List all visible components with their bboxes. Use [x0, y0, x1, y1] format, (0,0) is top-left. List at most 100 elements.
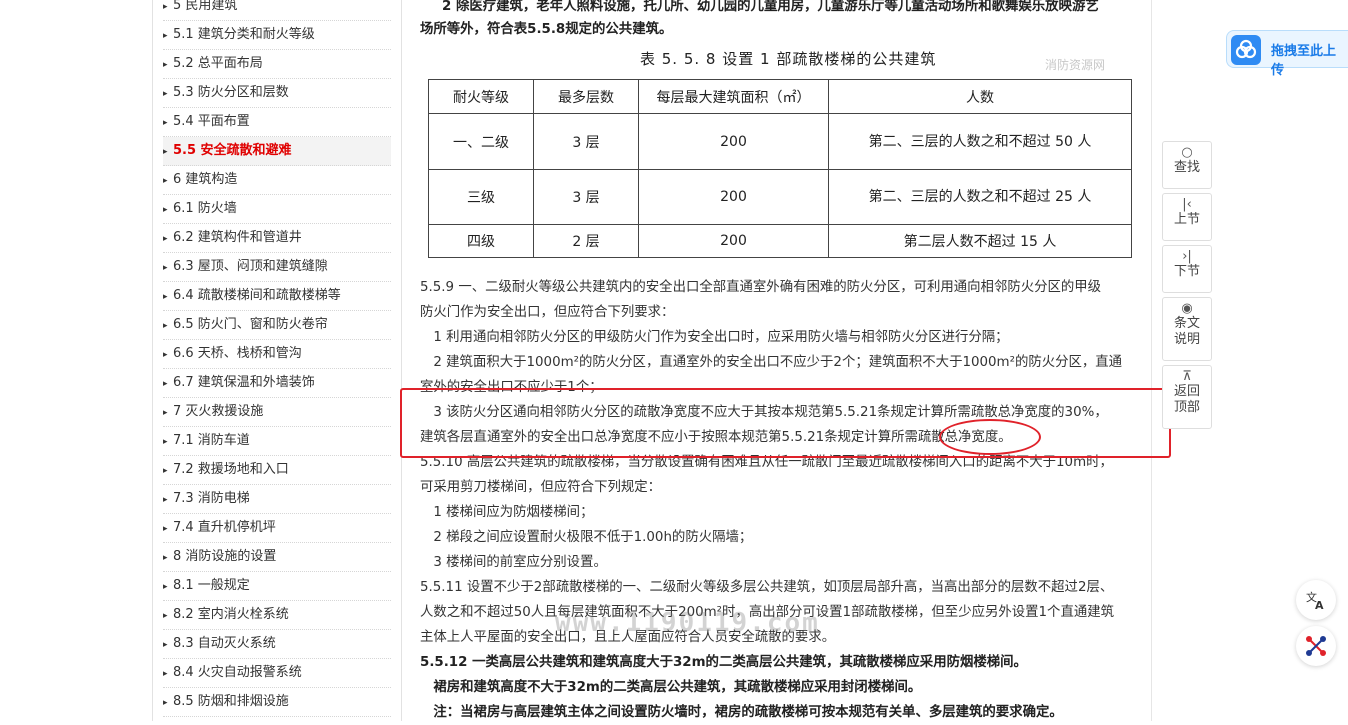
search-button[interactable]: ○ 查找	[1162, 141, 1212, 189]
upload-label: 拖拽至此上传	[1271, 44, 1337, 78]
content-divider	[1151, 0, 1152, 721]
sidebar-item[interactable]: ▸ 8.2 室内消火栓系统	[163, 601, 391, 630]
bullet-icon: ▸	[163, 263, 168, 273]
table-cell: 200	[638, 113, 829, 170]
explanation-label-2: 说明	[1173, 332, 1200, 347]
table-row: 四级 2 层 200 第二层人数不超过 15 人	[428, 224, 1132, 258]
sidebar-item[interactable]: ▸ 8.4 火灾自动报警系统	[163, 659, 391, 688]
sidebar-item[interactable]: ▸ 6 建筑构造	[163, 166, 391, 195]
prev-label: 上节	[1173, 212, 1200, 227]
watermark-text: 消防资源网	[1045, 58, 1106, 72]
sidebar-item-label: 5.1 建筑分类和耐火等级	[173, 27, 315, 42]
sidebar-item[interactable]: ▸ 6.5 防火门、窗和防火卷帘	[163, 311, 391, 340]
sidebar-item[interactable]: ▸ 5.1 建筑分类和耐火等级	[163, 21, 391, 50]
site-watermark: www.1190119.com	[555, 608, 820, 638]
upload-drop-zone[interactable]: 拖拽至此上传	[1226, 30, 1348, 78]
sidebar-item-label: 6 建筑构造	[173, 172, 238, 187]
sidebar-item-label: 6.4 疏散楼梯间和疏散楼梯等	[173, 288, 341, 303]
sidebar-item[interactable]: ▸ 8.1 一般规定	[163, 572, 391, 601]
sidebar-item[interactable]: ▸ 6.4 疏散楼梯间和疏散楼梯等	[163, 282, 391, 311]
bullet-icon: ▸	[163, 553, 168, 563]
body-text-line: 注：当裙房与高层建筑主体之间设置防火墙时，裙房的疏散楼梯可按本规范有关单、多层建…	[420, 705, 1063, 720]
table-cell: 200	[638, 224, 829, 258]
sidebar-item[interactable]: ▸ 7.1 消防车道	[163, 427, 391, 456]
sidebar-item[interactable]: ▸ 8 消防设施的设置	[163, 543, 391, 572]
sidebar-item[interactable]: ▸ 8.3 自动灭火系统	[163, 630, 391, 659]
bullet-icon: ▸	[163, 350, 168, 360]
table-cell: 3 层	[533, 113, 639, 170]
highlight-circle	[939, 419, 1041, 455]
bullet-icon: ▸	[163, 495, 168, 505]
sidebar-item-label: 6.3 屋顶、闷顶和建筑缝隙	[173, 259, 328, 274]
sidebar-item[interactable]: ▸ 5.3 防火分区和层数	[163, 79, 391, 108]
bullet-icon: ▸	[163, 321, 168, 331]
back-to-top-icon: ⊼	[1182, 369, 1192, 384]
body-text-line: 2 梯段之间应设置耐火极限不低于1.00h的防火隔墙；	[420, 530, 753, 545]
next-section-button[interactable]: ›| 下节	[1162, 245, 1212, 293]
bullet-icon: ▸	[163, 524, 168, 534]
search-icon: ○	[1181, 145, 1193, 160]
table-header: 人数	[828, 79, 1132, 114]
sidebar-item[interactable]: ▸ 5.4 平面布置	[163, 108, 391, 137]
bullet-icon: ▸	[163, 60, 168, 70]
sidebar-item[interactable]: ▸ 6.6 天桥、栈桥和管沟	[163, 340, 391, 369]
bullet-icon: ▸	[163, 31, 168, 41]
cloud-upload-icon	[1231, 35, 1261, 65]
table-header: 最多层数	[533, 79, 639, 114]
sidebar-item[interactable]: ▸ 7 灭火救援设施	[163, 398, 391, 427]
table-cell: 200	[638, 169, 829, 225]
sidebar-item-label: 7.4 直升机停机坪	[173, 520, 276, 535]
table-cell: 四级	[428, 224, 534, 258]
body-text-line: 3 楼梯间的前室应分别设置。	[420, 555, 607, 570]
explanation-button[interactable]: ◉ 条文 说明	[1162, 297, 1212, 361]
sidebar-item[interactable]: ▸ 5.2 总平面布局	[163, 50, 391, 79]
table-cell: 3 层	[533, 169, 639, 225]
body-text-line: 5.5.9 一、二级耐火等级公共建筑内的安全出口全部直通室外确有困难的防火分区，…	[420, 280, 1102, 295]
sidebar-item[interactable]: ▸ 6.7 建筑保温和外墙装饰	[163, 369, 391, 398]
table-cell: 第二、三层的人数之和不超过 25 人	[828, 169, 1132, 225]
svg-text:A: A	[1315, 599, 1324, 611]
bullet-icon: ▸	[163, 379, 168, 389]
intro-line-2: 场所等外，符合表5.5.8规定的公共建筑。	[420, 22, 673, 37]
sidebar-item-label: 5.5 安全疏散和避难	[173, 143, 292, 158]
spec-table: 耐火等级 最多层数 每层最大建筑面积（㎡） 人数 一、二级 3 层 200 第二…	[428, 79, 1132, 258]
bullet-icon: ▸	[163, 408, 168, 418]
table-cell: 2 层	[533, 224, 639, 258]
table-header: 耐火等级	[428, 79, 534, 114]
sidebar-item[interactable]: ▸ 6.3 屋顶、闷顶和建筑缝隙	[163, 253, 391, 282]
bullet-icon: ▸	[163, 89, 168, 99]
sidebar-item[interactable]: ▸ 5.5 安全疏散和避难	[163, 137, 391, 166]
sidebar-item-label: 6.5 防火门、窗和防火卷帘	[173, 317, 328, 332]
sidebar-item-label: 8.4 火灾自动报警系统	[173, 665, 302, 680]
sidebar-item[interactable]: ▸ 6.2 建筑构件和管道井	[163, 224, 391, 253]
bullet-icon: ▸	[163, 698, 168, 708]
sidebar-item[interactable]: ▸ 7.3 消防电梯	[163, 485, 391, 514]
sidebar-item-label: 6.1 防火墙	[173, 201, 237, 216]
table-title: 表 5. 5. 8 设置 1 部疏散楼梯的公共建筑	[640, 50, 937, 68]
sidebar-item-label: 6.7 建筑保温和外墙装饰	[173, 375, 315, 390]
body-text-line: 5.5.12 一类高层公共建筑和建筑高度大于32m的二类高层公共建筑，其疏散楼梯…	[420, 655, 1027, 670]
prev-icon: |‹	[1182, 197, 1192, 212]
bullet-icon: ▸	[163, 669, 168, 679]
chapter-sidebar: ▸ 5 民用建筑 ▸ 5.1 建筑分类和耐火等级 ▸ 5.2 总平面布局 ▸ 5.3 防火分区…	[152, 0, 402, 721]
sidebar-item-label: 5.4 平面布置	[173, 114, 250, 129]
next-label: 下节	[1173, 264, 1200, 279]
bullet-icon: ▸	[163, 292, 168, 302]
back-to-top-button[interactable]: ⊼ 返回 顶部	[1162, 365, 1212, 429]
body-text-line: 1 楼梯间应为防烟楼梯间；	[420, 505, 594, 520]
sidebar-item[interactable]: ▸ 8.5 防烟和排烟设施	[163, 688, 391, 717]
sidebar-item[interactable]: ▸ 5 民用建筑	[163, 0, 391, 21]
prev-section-button[interactable]: |‹ 上节	[1162, 193, 1212, 241]
sidebar-item-label: 8.1 一般规定	[173, 578, 250, 593]
sidebar-item[interactable]: ▸ 6.1 防火墙	[163, 195, 391, 224]
bullet-icon: ▸	[163, 118, 168, 128]
table-header: 每层最大建筑面积（㎡）	[638, 79, 829, 114]
back-to-top-label-2: 顶部	[1173, 400, 1200, 415]
body-text-line: 1 利用通向相邻防火分区的甲级防火门作为安全出口时，应采用防火墙与相邻防火分区进…	[420, 330, 1009, 345]
sidebar-item[interactable]: ▸ 7.4 直升机停机坪	[163, 514, 391, 543]
mindmap-icon[interactable]	[1296, 626, 1336, 666]
explanation-label-1: 条文	[1173, 316, 1200, 331]
sidebar-item[interactable]: ▸ 7.2 救援场地和入口	[163, 456, 391, 485]
sidebar-item-label: 8.2 室内消火栓系统	[173, 607, 289, 622]
translate-icon[interactable]: 文 A	[1296, 580, 1336, 620]
